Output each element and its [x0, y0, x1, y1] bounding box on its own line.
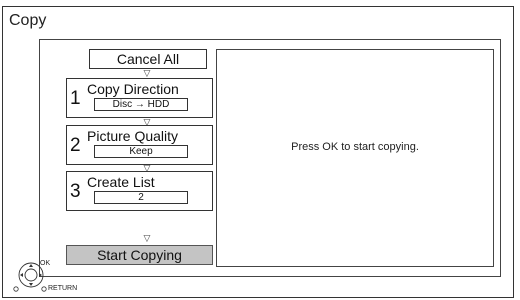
cancel-all-button[interactable]: Cancel All	[89, 49, 207, 69]
cropped-heading-fragment: — — — — — — — — — — — — —	[0, 0, 520, 5]
start-copying-button[interactable]: Start Copying	[66, 245, 213, 265]
copy-direction-value: Disc → HDD	[94, 98, 188, 111]
message-area: Press OK to start copying.	[216, 49, 494, 267]
step-number: 1	[70, 88, 81, 109]
window-title: Copy	[9, 12, 47, 29]
step-number: 3	[70, 181, 81, 202]
flow-arrow-icon: ▽	[143, 233, 151, 243]
step-picture-quality[interactable]: 2 Picture Quality Keep	[66, 125, 213, 165]
return-hint-label: RETURN	[48, 285, 78, 292]
step-label: Copy Direction	[87, 81, 179, 97]
copy-screen: Copy Cancel All ▽ 1 Copy Direction Disc …	[2, 6, 514, 298]
remote-dpad-icon: OK RETURN	[13, 255, 77, 295]
step-number: 2	[70, 135, 81, 156]
ok-hint-label: OK	[40, 260, 51, 267]
step-create-list[interactable]: 3 Create List 2	[66, 171, 213, 211]
instruction-message: Press OK to start copying.	[291, 141, 419, 153]
step-label: Picture Quality	[87, 128, 179, 144]
flow-arrow-icon: ▽	[143, 68, 151, 78]
create-list-value: 2	[94, 191, 188, 204]
copy-panel: Cancel All ▽ 1 Copy Direction Disc → HDD…	[39, 39, 501, 277]
step-label: Create List	[87, 174, 155, 190]
picture-quality-value: Keep	[94, 145, 188, 158]
step-copy-direction[interactable]: 1 Copy Direction Disc → HDD	[66, 78, 213, 118]
